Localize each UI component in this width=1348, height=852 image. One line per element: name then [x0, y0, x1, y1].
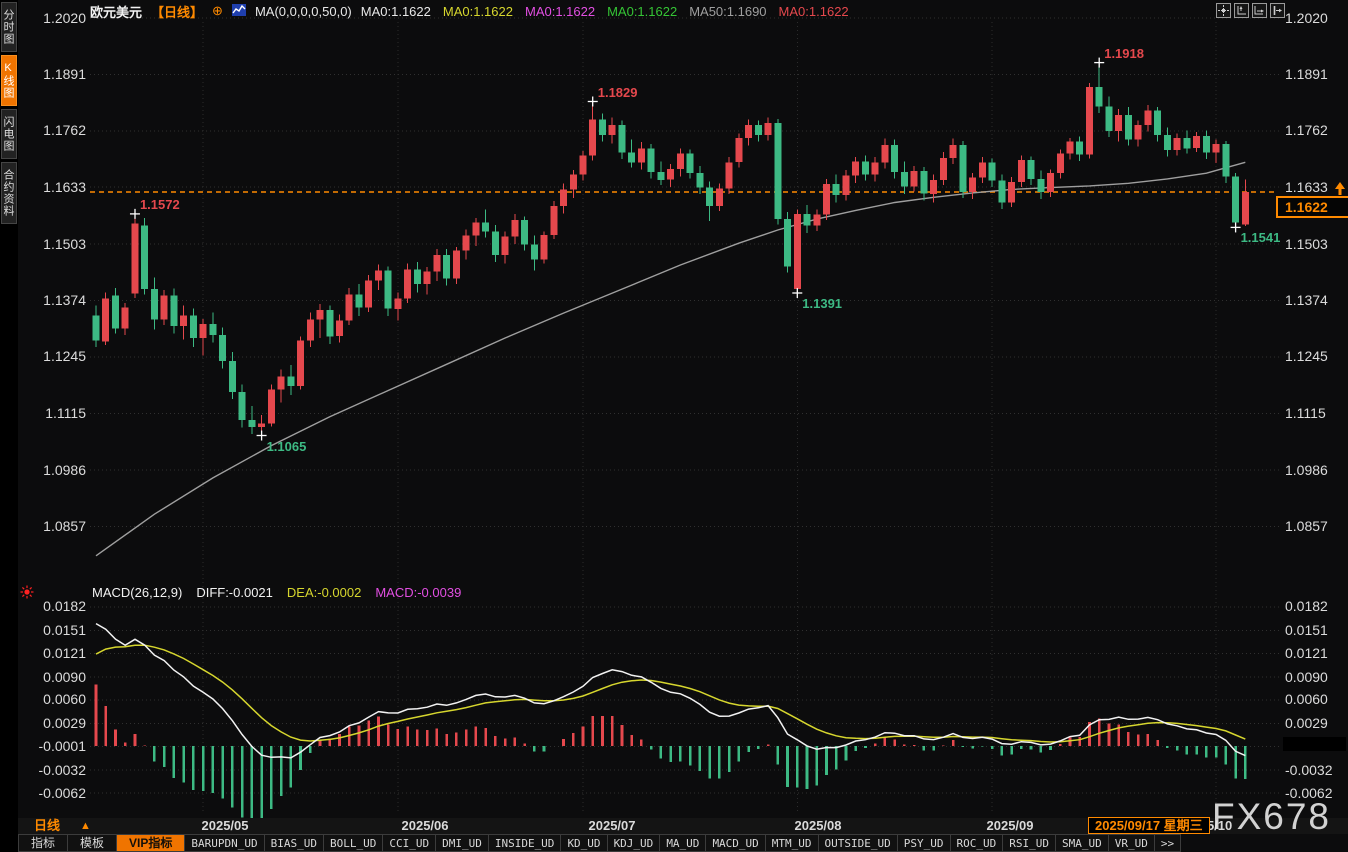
- macd-title: MACD(26,12,9): [92, 585, 182, 601]
- ma-value-2: MA0:1.1622: [443, 4, 513, 19]
- indicator-tab-roc-ud[interactable]: ROC_UD: [951, 834, 1004, 852]
- month-label: 2025/09: [987, 818, 1034, 834]
- macd-header: MACD(26,12,9) DIFF:-0.0021 DEA:-0.0002 M…: [92, 585, 461, 601]
- indicator-tab-macd-ud[interactable]: MACD_UD: [706, 834, 765, 852]
- indicator-tab-kd-ud[interactable]: KD_UD: [561, 834, 607, 852]
- crosshair-date-tooltip: 2025/09/17 星期三: [1088, 817, 1210, 834]
- indicator-alert-icon[interactable]: [20, 585, 34, 604]
- indicator-tab-rsi-ud[interactable]: RSI_UD: [1003, 834, 1056, 852]
- indicator-tab-mtm-ud[interactable]: MTM_UD: [766, 834, 819, 852]
- indicator-tab-vr-ud[interactable]: VR_UD: [1109, 834, 1155, 852]
- month-label: 2025/08: [795, 818, 842, 834]
- crosshair-tool-icon[interactable]: [1216, 3, 1231, 18]
- mini-chart-icon: [232, 4, 246, 19]
- price-plot-area[interactable]: [90, 22, 1282, 810]
- zoom-axis-left-icon[interactable]: [1234, 3, 1249, 18]
- go-to-latest-icon[interactable]: [1270, 3, 1285, 18]
- chart-header: 欧元美元 【日线】 ⊕ MA(0,0,0,0,50,0) MA0:1.1622M…: [90, 2, 849, 20]
- indicator-tab-inside-ud[interactable]: INSIDE_UD: [489, 834, 562, 852]
- indicator-tab-ma-ud[interactable]: MA_UD: [660, 834, 706, 852]
- add-compare-icon[interactable]: ⊕: [212, 3, 223, 19]
- ma-value-6: MA0:1.1622: [779, 4, 849, 19]
- indicator-tab-bar: 指标模板VIP指标BARUPDN_UDBIAS_UDBOLL_UDCCI_UDD…: [18, 834, 1181, 852]
- indicator-tab--[interactable]: >>: [1155, 834, 1181, 852]
- sidebar-tab-4[interactable]: 合约资料: [1, 162, 17, 224]
- macd-macd-value: MACD:-0.0039: [375, 585, 461, 601]
- indicator-tab--[interactable]: 模板: [68, 834, 117, 852]
- indicator-tab-bias-ud[interactable]: BIAS_UD: [265, 834, 324, 852]
- sidebar-tab-3[interactable]: 闪电图: [1, 109, 17, 159]
- left-sidebar: 分时图 K线图闪电图合约资料: [0, 0, 18, 852]
- indicator-tab-outside-ud[interactable]: OUTSIDE_UD: [819, 834, 898, 852]
- indicator-tab-cci-ud[interactable]: CCI_UD: [383, 834, 436, 852]
- indicator-tab-vip-[interactable]: VIP指标: [117, 834, 185, 852]
- ma-value-5: MA50:1.1690: [689, 4, 766, 19]
- month-label: 2025/06: [402, 818, 449, 834]
- ma-value-1: MA0:1.1622: [361, 4, 431, 19]
- indicator-tab-psy-ud[interactable]: PSY_UD: [898, 834, 951, 852]
- current-price-value: 1.1622: [1285, 199, 1328, 215]
- indicator-tab-barupdn-ud[interactable]: BARUPDN_UD: [185, 834, 264, 852]
- zoom-axis-right-icon[interactable]: [1252, 3, 1267, 18]
- macd-current-value-tag: [1283, 737, 1346, 751]
- ma-settings-label: MA(0,0,0,0,50,0): [255, 4, 352, 19]
- macd-dea-value: DEA:-0.0002: [287, 585, 361, 601]
- indicator-tab-sma-ud[interactable]: SMA_UD: [1056, 834, 1109, 852]
- ma-values-list: MA0:1.1622 MA0:1.1622 MA0:1.1622 MA0:1.1622…: [361, 4, 849, 19]
- indicator-tab-dmi-ud[interactable]: DMI_UD: [436, 834, 489, 852]
- month-label: 2025/05: [202, 818, 249, 834]
- chart-toolbar: [1216, 3, 1285, 18]
- scroll-to-price-icon[interactable]: [1334, 182, 1346, 202]
- date-axis-row: 日线 ▲ 2025/09/17 星期三 2025/05 2025/06 2025/0…: [18, 818, 1348, 834]
- macd-diff-value: DIFF:-0.0021: [196, 585, 273, 601]
- period-dropdown-arrow-icon[interactable]: ▲: [80, 818, 91, 834]
- sidebar-tab-1[interactable]: 分时图: [1, 2, 17, 52]
- ma-value-4: MA0:1.1622: [607, 4, 677, 19]
- indicator-tab-kdj-ud[interactable]: KDJ_UD: [608, 834, 661, 852]
- app-window: 分时图 K线图闪电图合约资料 欧元美元 【日线】 ⊕ MA(0,0,0,0,50,…: [0, 0, 1348, 852]
- period-selector[interactable]: 日线: [34, 818, 60, 834]
- month-label: 2025/07: [589, 818, 636, 834]
- symbol-title: 欧元美元: [90, 2, 142, 21]
- indicator-tab--[interactable]: 指标: [18, 834, 68, 852]
- period-tag: 【日线】: [151, 2, 203, 21]
- ma-value-3: MA0:1.1622: [525, 4, 595, 19]
- sidebar-tab-2[interactable]: K线图: [1, 55, 17, 106]
- indicator-tab-boll-ud[interactable]: BOLL_UD: [324, 834, 383, 852]
